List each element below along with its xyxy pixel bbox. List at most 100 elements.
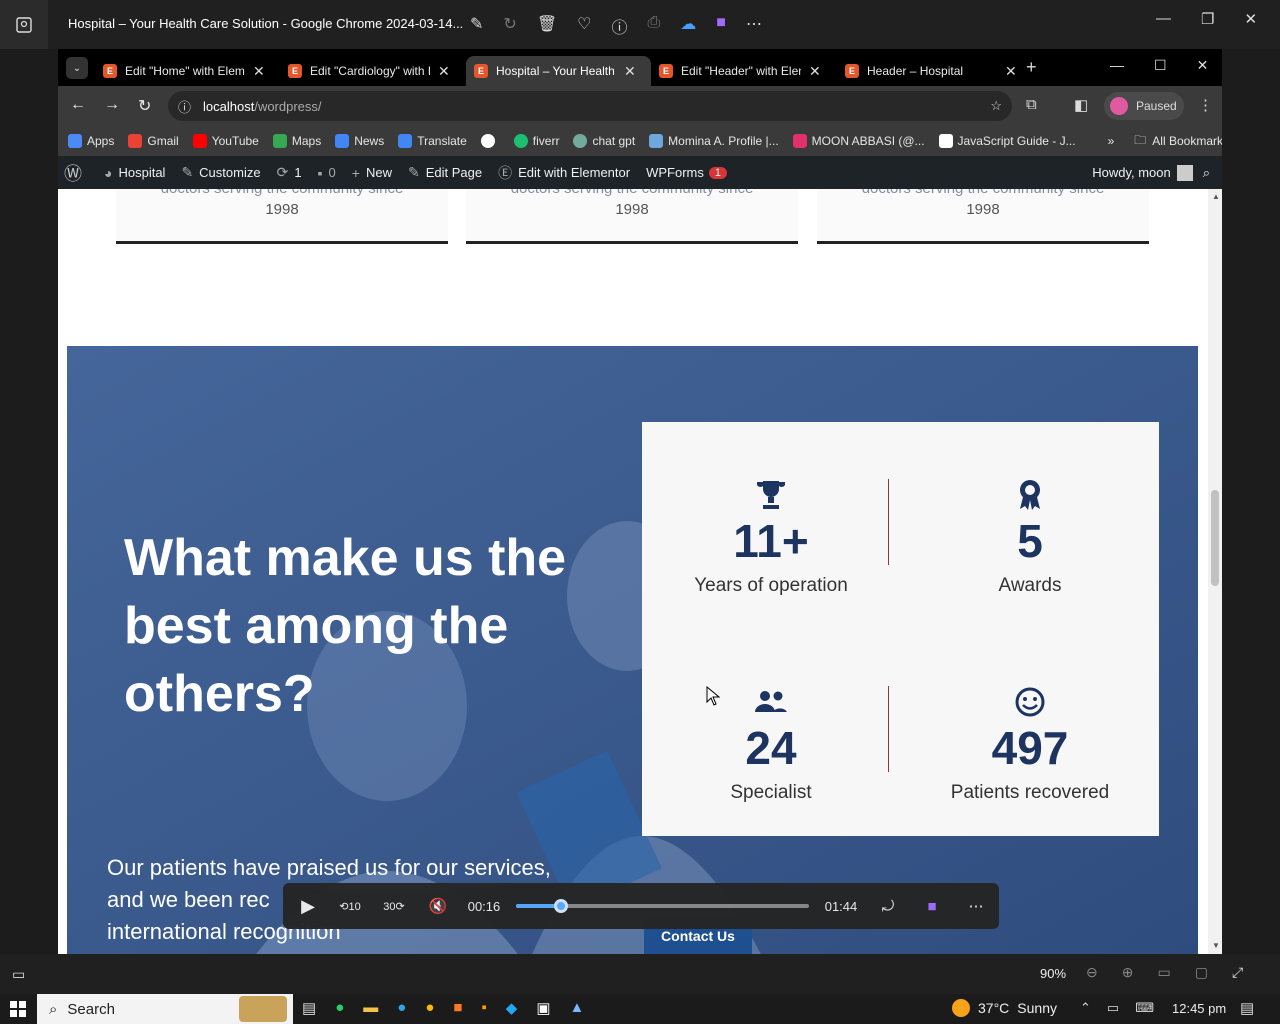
admin-comments[interactable]: ▪ 0 [318,165,336,181]
new-tab-icon[interactable]: + [1026,57,1037,78]
bookmark-youtube[interactable]: YouTube [192,134,259,148]
close-icon[interactable]: ✕ [1244,10,1257,28]
tab-header-hospital[interactable]: E Header – Hospital ✕ [837,56,1025,86]
weather-widget[interactable]: 37°C Sunny [952,999,1057,1017]
page-scrollbar[interactable]: ▲ ▼ [1208,189,1222,954]
keyboard-icon[interactable]: ⌨ [1135,1000,1154,1016]
forward-30-icon[interactable]: 30⟳ [379,883,409,929]
close-tab-icon[interactable]: ✕ [438,63,450,80]
actual-size-icon[interactable]: ▢ [1195,964,1208,981]
photos-taskbar-icon[interactable]: ▲ [570,999,585,1017]
chrome-minimize-icon[interactable]: — [1110,57,1124,74]
repeat-off-icon[interactable]: ⤾ [873,883,903,929]
extensions-icon[interactable]: ⧉ [1026,96,1037,113]
bookmark-profile[interactable]: Momina A. Profile |... [649,134,779,148]
capcut-icon[interactable]: ▣ [536,999,550,1017]
profile-button[interactable]: Paused [1104,92,1184,120]
tab-search-icon[interactable]: ⌄ [66,57,88,79]
fit-icon[interactable]: ▭ [1157,964,1170,981]
back-icon[interactable]: ← [70,96,86,116]
onedrive-icon[interactable]: ☁ [680,14,696,38]
windows-start-icon[interactable] [10,1001,26,1017]
restore-icon[interactable]: ❐ [1201,10,1214,28]
bookmark-gmail[interactable]: Gmail [128,134,179,148]
bookmark-javascript[interactable]: JavaScript Guide - J... [938,134,1076,148]
tab-edit-cardiology[interactable]: EEdit "Cardiology" with Elementor✕ [280,56,458,86]
admin-updates[interactable]: ⟳ 1 [277,164,302,181]
forward-icon[interactable]: → [104,96,120,116]
more-icon[interactable]: ⋯ [746,14,762,38]
xampp-icon[interactable]: ■ [453,999,462,1017]
admin-search-icon[interactable]: ⌕ [1203,165,1210,181]
clipchamp-icon[interactable]: ■ [917,883,947,929]
info-icon[interactable]: ⓘ [611,14,627,38]
all-bookmarks[interactable]: 🗀 All Bookmarks [1134,131,1222,152]
bookmark-translate[interactable]: Translate [398,134,467,148]
close-tab-icon[interactable]: ✕ [809,63,821,80]
tab-hospital[interactable]: EHospital – Your Health Care Solution✕ [466,56,651,86]
admin-edit-elementor[interactable]: Ⓔ Edit with Elementor [498,163,630,183]
favorite-icon[interactable]: ♡ [577,14,591,38]
file-explorer-icon[interactable]: ▬ [363,999,378,1017]
chrome-menu-icon[interactable]: ⋮ [1198,96,1213,114]
task-view-icon[interactable]: ▤ [302,999,316,1017]
chrome-close-icon[interactable]: ✕ [1197,57,1209,74]
scroll-down-icon[interactable]: ▼ [1212,941,1220,950]
illustrator-icon[interactable]: ▪ [481,999,486,1017]
edit-icon[interactable]: ✎ [470,14,483,38]
admin-edit-page[interactable]: ✎ Edit Page [408,164,482,181]
chrome-maximize-icon[interactable]: ☐ [1154,57,1167,74]
reload-icon[interactable]: ↻ [138,96,151,116]
rewind-10-icon[interactable]: ⟲10 [335,883,365,929]
tab-edit-home[interactable]: EEdit "Home" with Elementor✕ [95,56,273,86]
notifications-icon[interactable]: ▤ [1240,999,1254,1017]
taskbar-search[interactable]: ⌕ Search [37,994,293,1024]
more-bookmarks-icon[interactable]: » [1108,134,1115,148]
clipchamp-icon[interactable]: ■ [716,14,726,38]
bookmark-star-icon[interactable]: ☆ [990,98,1002,114]
tray-chevron-icon[interactable]: ⌃ [1080,1000,1091,1016]
enhance-icon[interactable]: ↻ [503,14,516,38]
side-panel-icon[interactable]: ◧ [1074,96,1088,114]
wordpress-logo-icon[interactable]: Ⓦ [64,160,88,186]
play-icon[interactable]: ▶ [293,883,323,929]
filmstrip-icon[interactable]: ▭ [12,966,25,983]
bookmark-news[interactable]: News [335,134,384,148]
bookmark-fiverr[interactable]: fiverr [513,134,559,148]
admin-customize[interactable]: ✎ Customize [181,164,260,181]
seek-thumb[interactable] [554,899,569,913]
bookmark-apps[interactable]: Apps [68,134,114,148]
edge-icon[interactable]: ● [397,999,406,1017]
admin-account[interactable]: Howdy, moon [1092,164,1193,181]
delete-icon[interactable]: 🗑 [537,14,557,38]
clock[interactable]: 12:45 pm [1172,1001,1226,1016]
print-icon[interactable]: ⎙ [647,14,660,38]
battery-icon[interactable]: ▭ [1107,1000,1119,1016]
close-tab-icon[interactable]: ✕ [624,63,636,80]
tab-edit-header[interactable]: EEdit "Header" with Elementor✕ [651,56,829,86]
admin-site-name[interactable]: ◕ Hospital [104,165,165,181]
whatsapp-icon[interactable]: ● [335,999,344,1017]
admin-new[interactable]: + New [352,165,392,181]
photos-app-icon[interactable] [0,0,48,49]
zoom-in-icon[interactable]: ⊕ [1122,964,1134,981]
more-options-icon[interactable]: ⋯ [961,883,991,929]
site-info-icon[interactable]: ⓘ [178,97,191,116]
bookmark-chatgpt[interactable]: chat gpt [573,134,635,148]
bookmark-instagram[interactable]: MOON ABBASI (@... [792,134,925,148]
minimize-icon[interactable]: — [1156,10,1171,28]
address-bar[interactable]: ⓘ localhost/wordpress/ ☆ [168,91,1012,121]
zoom-out-icon[interactable]: ⊖ [1086,964,1098,981]
fullscreen-icon[interactable]: ⤢ [1232,964,1243,981]
seek-bar[interactable] [516,899,809,913]
close-tab-icon[interactable]: ✕ [253,63,265,80]
mute-icon[interactable]: 🔇 [423,883,453,929]
bookmark-maps[interactable]: Maps [272,134,321,148]
admin-wpforms[interactable]: WPForms 1 [646,165,727,180]
scroll-thumb[interactable] [1211,490,1219,586]
chrome-taskbar-icon[interactable]: ● [425,999,434,1017]
vscode-icon[interactable]: ◆ [506,999,518,1017]
bookmark-google[interactable] [480,134,500,148]
scroll-up-icon[interactable]: ▲ [1212,192,1220,201]
close-tab-icon[interactable]: ✕ [1005,63,1017,80]
